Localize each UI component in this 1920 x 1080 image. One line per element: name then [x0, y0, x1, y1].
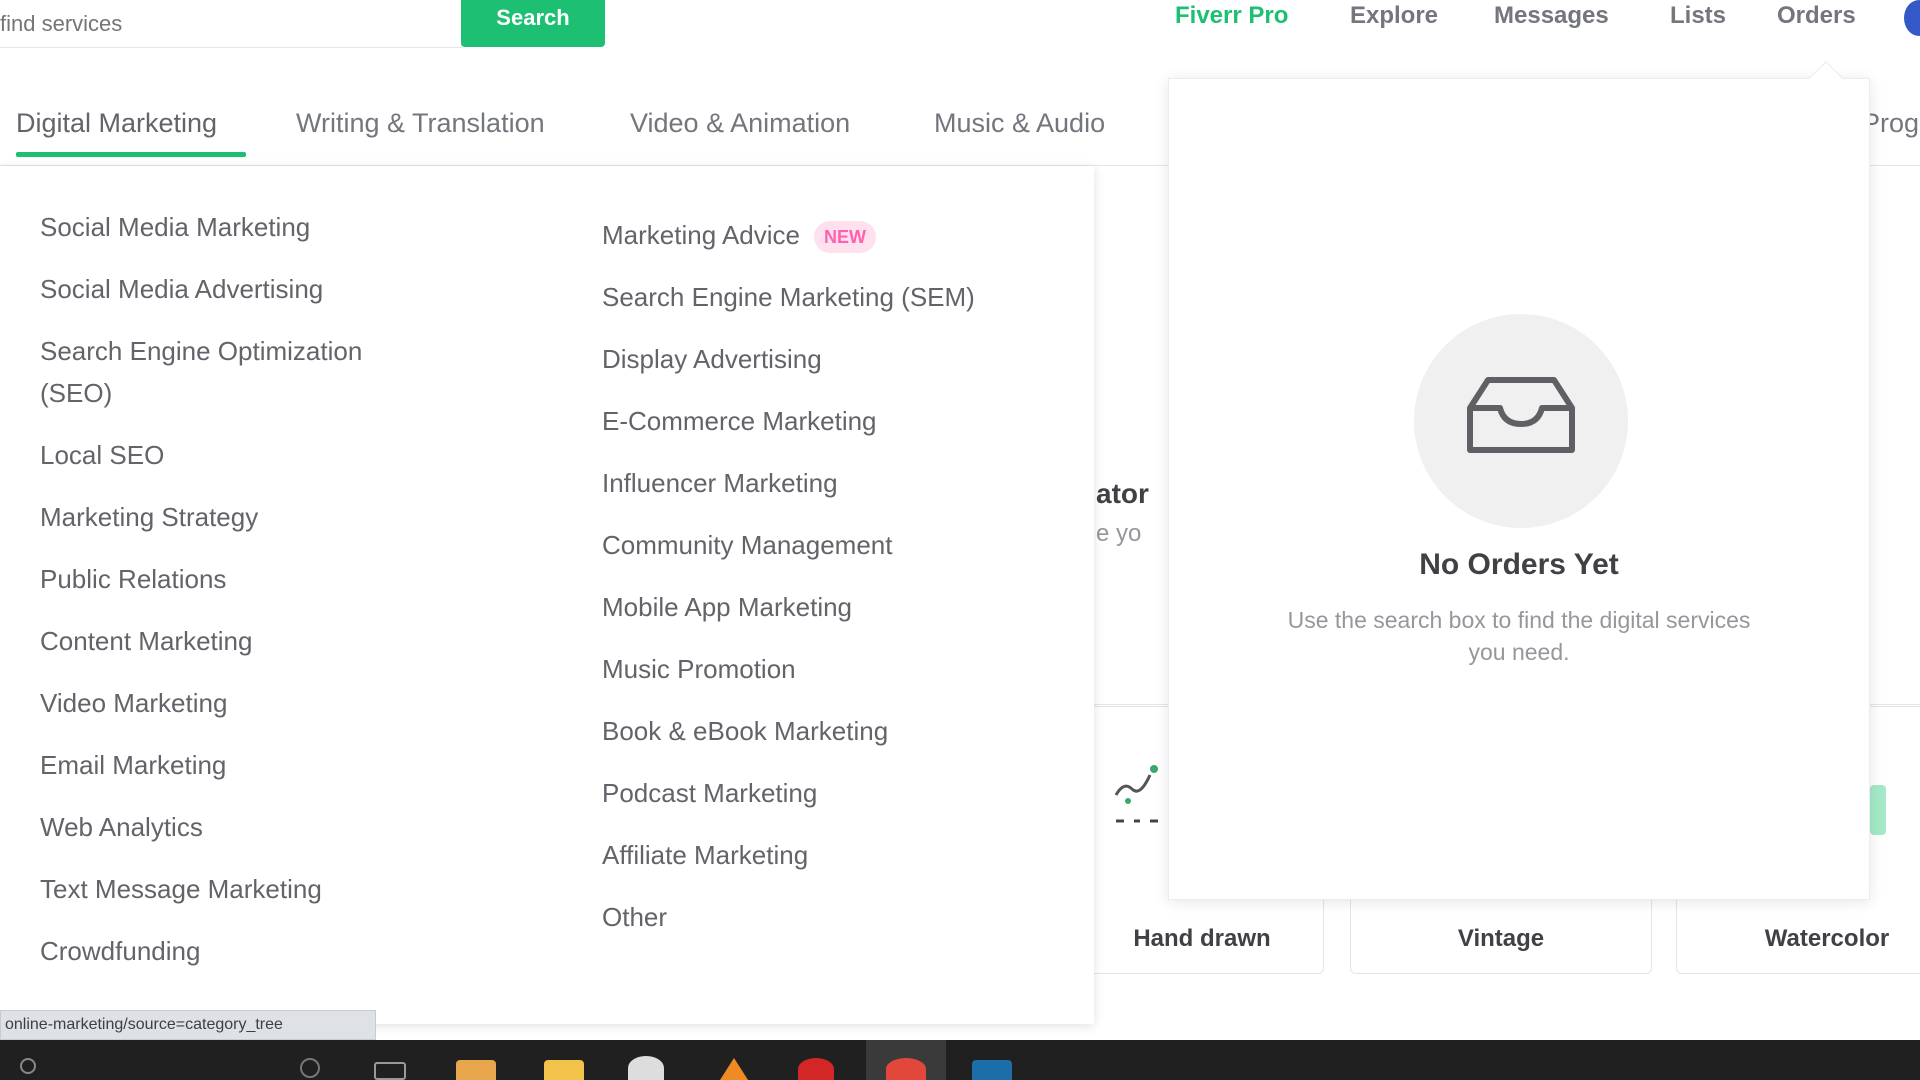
dropdown-item-community-management[interactable]: Community Management — [602, 524, 892, 566]
chrome-icon[interactable] — [886, 1058, 926, 1080]
dropdown-item-influencer-marketing[interactable]: Influencer Marketing — [602, 462, 838, 504]
nav-messages[interactable]: Messages — [1494, 2, 1609, 30]
dropdown-item-mobile-app-marketing[interactable]: Mobile App Marketing — [602, 586, 852, 628]
dropdown-item-podcast-marketing[interactable]: Podcast Marketing — [602, 772, 817, 814]
dropdown-item-ecommerce-marketing[interactable]: E-Commerce Marketing — [602, 400, 877, 442]
dropdown-item-label: Marketing Advice — [602, 220, 800, 250]
dropdown-item-affiliate-marketing[interactable]: Affiliate Marketing — [602, 834, 808, 876]
store-icon[interactable] — [456, 1060, 496, 1080]
dropdown-item-book-ebook-marketing[interactable]: Book & eBook Marketing — [602, 710, 888, 752]
vlc-icon[interactable] — [720, 1058, 748, 1080]
tab-music-audio[interactable]: Music & Audio — [934, 108, 1105, 139]
empty-state-description: Use the search box to find the digital s… — [1287, 607, 1751, 665]
search-button[interactable]: Search — [461, 0, 605, 47]
background-subtext-partial: e yo — [1096, 520, 1142, 547]
search-box[interactable] — [0, 0, 462, 48]
hand-drawn-sketch-icon — [1114, 765, 1158, 823]
nav-lists[interactable]: Lists — [1670, 2, 1726, 30]
tab-programming-partial[interactable]: Prog — [1862, 108, 1919, 139]
dropdown-item-music-promotion[interactable]: Music Promotion — [602, 648, 796, 690]
empty-state-title: No Orders Yet — [1419, 548, 1619, 581]
style-card-label: Hand drawn — [1133, 925, 1271, 952]
dropdown-item-web-analytics[interactable]: Web Analytics — [40, 806, 203, 848]
taskbar — [0, 1040, 1920, 1080]
avatar[interactable] — [1904, 0, 1920, 36]
nav-orders[interactable]: Orders — [1777, 2, 1856, 30]
card-accent-partial — [1870, 785, 1886, 835]
search-input[interactable] — [0, 0, 461, 47]
dropdown-item-marketing-strategy[interactable]: Marketing Strategy — [40, 496, 258, 538]
tab-video-animation[interactable]: Video & Animation — [630, 108, 850, 139]
category-dropdown-panel: Social Media Marketing Social Media Adve… — [0, 166, 1094, 1024]
new-badge: NEW — [813, 221, 876, 254]
style-card-label: Vintage — [1457, 925, 1545, 952]
task-view-icon[interactable] — [374, 1062, 406, 1080]
search-icon[interactable] — [20, 1058, 36, 1074]
dropdown-item-social-media-advertising[interactable]: Social Media Advertising — [40, 268, 323, 310]
top-header: Search Fiverr Pro Explore Messages Lists… — [0, 0, 1920, 80]
dropdown-item-content-marketing[interactable]: Content Marketing — [40, 620, 252, 662]
microphone-icon[interactable] — [300, 1058, 320, 1078]
dropdown-item-social-media-marketing[interactable]: Social Media Marketing — [40, 206, 310, 248]
nav-explore[interactable]: Explore — [1350, 2, 1438, 30]
status-url-bar: online-marketing/source=category_tree — [0, 1010, 376, 1040]
photoshop-icon[interactable] — [972, 1060, 1012, 1080]
tab-digital-marketing[interactable]: Digital Marketing — [16, 108, 217, 139]
style-card-label: Watercolor — [1764, 925, 1890, 952]
folder-icon[interactable] — [544, 1060, 584, 1080]
dropdown-item-seo[interactable]: Search Engine Optimization (SEO) — [40, 330, 440, 414]
opera-icon[interactable] — [798, 1058, 834, 1080]
dropdown-item-marketing-advice[interactable]: Marketing Advice NEW — [602, 214, 876, 256]
dropdown-item-display-advertising[interactable]: Display Advertising — [602, 338, 822, 380]
steam-icon[interactable] — [628, 1056, 664, 1080]
dropdown-item-email-marketing[interactable]: Email Marketing — [40, 744, 226, 786]
tab-writing-translation[interactable]: Writing & Translation — [296, 108, 545, 139]
dropdown-item-other[interactable]: Other — [602, 896, 667, 938]
nav-fiverr-pro[interactable]: Fiverr Pro — [1175, 2, 1288, 30]
dropdown-item-crowdfunding[interactable]: Crowdfunding — [40, 930, 200, 972]
dropdown-item-public-relations[interactable]: Public Relations — [40, 558, 226, 600]
inbox-icon — [1467, 377, 1575, 453]
background-heading-partial: ator — [1096, 478, 1149, 509]
dropdown-item-sem[interactable]: Search Engine Marketing (SEM) — [602, 276, 975, 318]
active-tab-underline — [16, 152, 246, 157]
dropdown-item-video-marketing[interactable]: Video Marketing — [40, 682, 227, 724]
dropdown-item-local-seo[interactable]: Local SEO — [40, 434, 164, 476]
dropdown-item-text-message-marketing[interactable]: Text Message Marketing — [40, 868, 322, 910]
